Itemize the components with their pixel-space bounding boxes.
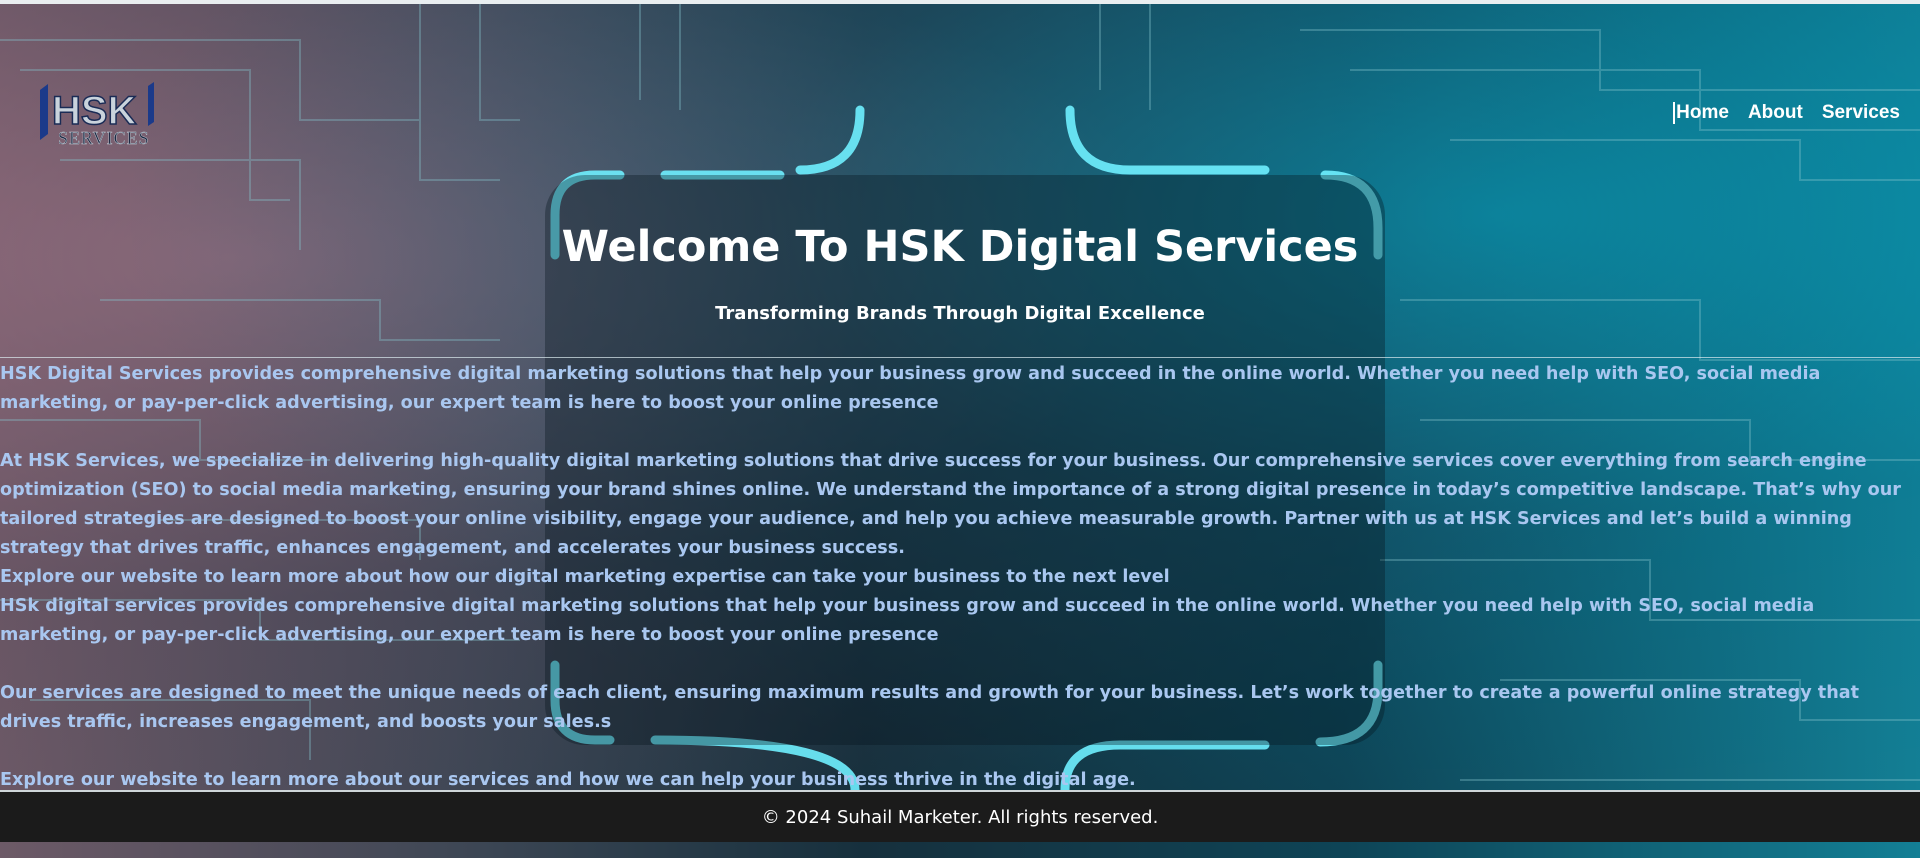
- footer: © 2024 Suhail Marketer. All rights reser…: [0, 790, 1920, 842]
- logo-text-sub: SERVICES: [58, 128, 150, 148]
- main-nav: Home About Services: [1673, 102, 1900, 124]
- nav-link-home[interactable]: Home: [1673, 102, 1729, 124]
- footer-copyright: © 2024 Suhail Marketer. All rights reser…: [761, 806, 1159, 828]
- paragraph-intro: HSK Digital Services provides comprehens…: [0, 364, 1821, 413]
- section-divider: [0, 357, 1920, 358]
- nav-link-services[interactable]: Services: [1822, 102, 1900, 124]
- paragraph-explore: Explore our website to learn more about …: [0, 567, 1170, 587]
- hero-subtitle: Transforming Brands Through Digital Exce…: [715, 303, 1205, 324]
- paragraph-unique-needs: Our services are designed to meet the un…: [0, 683, 1860, 732]
- hero-title: Welcome To HSK Digital Services: [561, 222, 1359, 272]
- paragraph-about: At HSK Services, we specialize in delive…: [0, 451, 1901, 558]
- nav-link-about[interactable]: About: [1748, 102, 1803, 124]
- intro-content: HSK Digital Services provides comprehens…: [0, 360, 1920, 795]
- logo-mark: HSK SERVICES: [40, 82, 154, 148]
- top-border: [0, 0, 1920, 4]
- hsk-services-logo[interactable]: HSK SERVICES: [36, 82, 176, 148]
- logo-text-main: HSK: [52, 89, 137, 133]
- paragraph-services: HSk digital services provides comprehens…: [0, 596, 1815, 645]
